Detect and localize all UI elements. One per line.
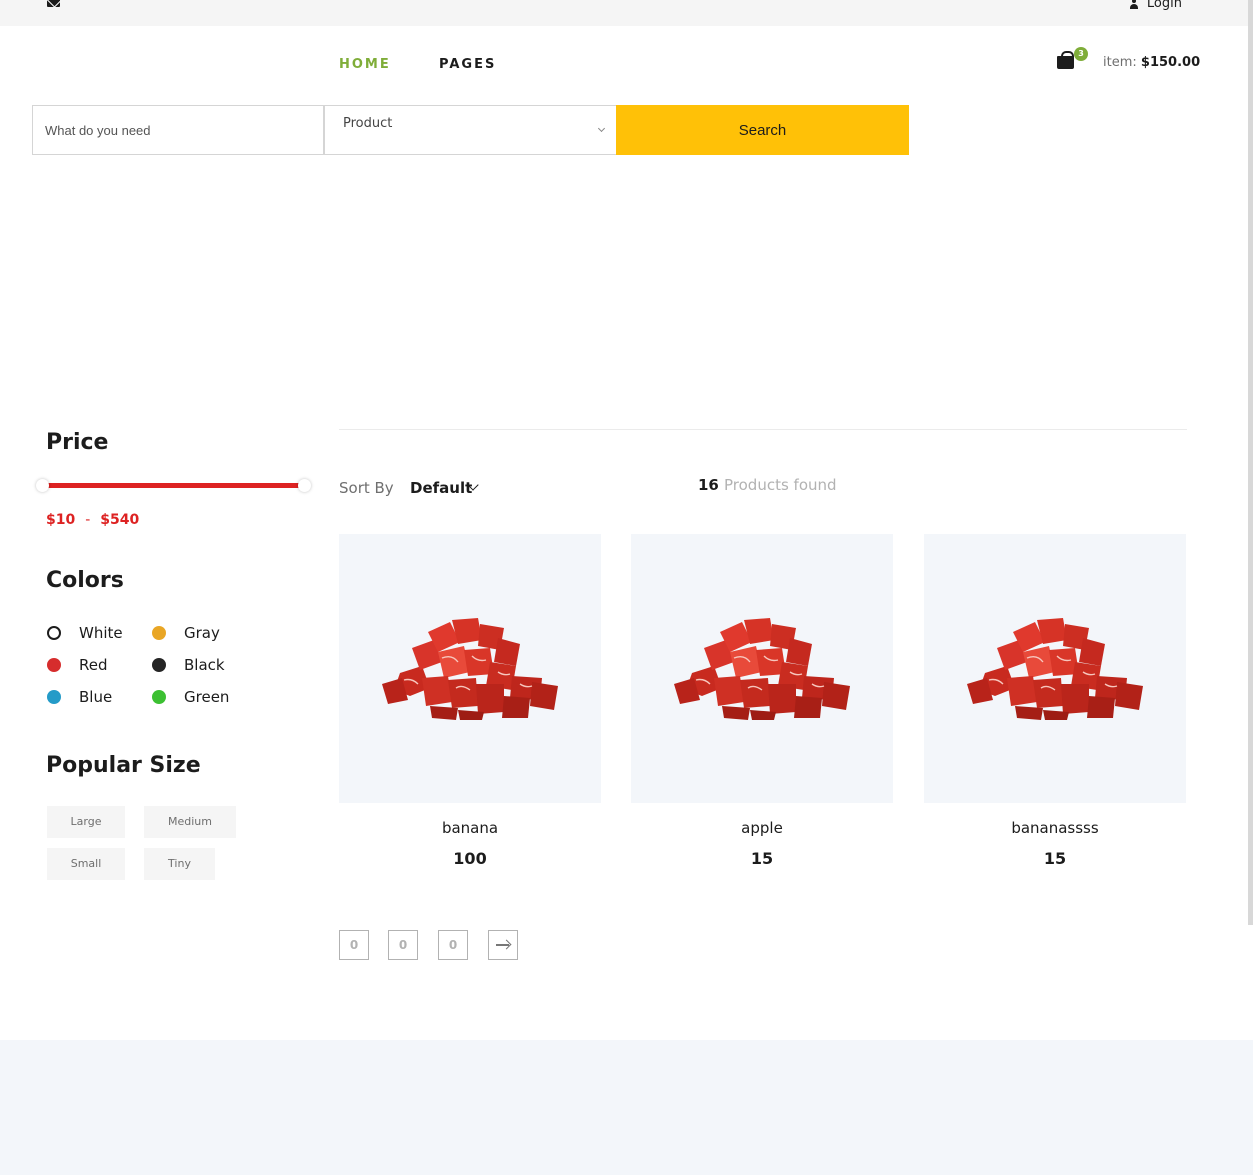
product-name[interactable]: banana	[339, 819, 601, 837]
cart-total-prefix: item:	[1103, 55, 1137, 70]
meat-image	[674, 618, 850, 720]
color-label: White	[79, 624, 123, 642]
nav-pages[interactable]: PAGES	[439, 57, 496, 72]
cart-badge: 3	[1074, 47, 1088, 61]
product-image[interactable]	[631, 534, 893, 803]
product-name[interactable]: apple	[631, 819, 893, 837]
color-label: Green	[184, 688, 230, 706]
product-name[interactable]: bananassss	[924, 819, 1186, 837]
price-separator: -	[85, 512, 91, 528]
login-label: Login	[1146, 0, 1182, 11]
arrow-right-icon	[496, 944, 509, 946]
price-max: $540	[100, 512, 140, 528]
color-label: Red	[79, 656, 108, 674]
color-swatch	[47, 658, 61, 672]
scrollbar[interactable]	[1248, 0, 1253, 925]
color-swatch	[152, 690, 166, 704]
size-tag-medium[interactable]: Medium	[144, 806, 236, 838]
chevron-down-icon	[597, 124, 606, 133]
products-found-label: Products found	[724, 476, 837, 494]
color-option-white[interactable]: White	[47, 624, 123, 642]
color-option-black[interactable]: Black	[152, 656, 225, 674]
search-button[interactable]: Search	[616, 105, 909, 155]
size-tag-large[interactable]: Large	[47, 806, 125, 838]
color-option-red[interactable]: Red	[47, 656, 108, 674]
product-price: 15	[1043, 849, 1067, 868]
top-bar: Login	[0, 0, 1248, 26]
color-label: Gray	[184, 624, 220, 642]
footer	[0, 1040, 1253, 1175]
price-title: Price	[46, 430, 109, 455]
color-option-gray[interactable]: Gray	[152, 624, 220, 642]
color-option-blue[interactable]: Blue	[47, 688, 112, 706]
next-page-button[interactable]	[488, 930, 518, 960]
color-option-green[interactable]: Green	[152, 688, 229, 706]
cart-total: item: $150.00	[1103, 55, 1200, 70]
products-found-count: 16	[698, 476, 719, 494]
category-select-value: Product	[343, 116, 393, 131]
search-input[interactable]	[32, 105, 324, 155]
login-link[interactable]: Login	[1129, 0, 1182, 11]
color-swatch	[47, 626, 61, 640]
product-price: 100	[453, 849, 487, 868]
page-button[interactable]: 0	[339, 930, 369, 960]
shopping-bag-icon	[1057, 51, 1074, 69]
nav-home[interactable]: HOME	[339, 57, 391, 72]
divider	[339, 429, 1187, 430]
color-swatch	[152, 626, 166, 640]
color-label: Blue	[79, 688, 113, 706]
page-button[interactable]: 0	[388, 930, 418, 960]
cart-button[interactable]: 3	[1057, 47, 1088, 74]
user-icon	[1129, 0, 1139, 9]
price-max-handle[interactable]	[298, 479, 311, 492]
product-price: 15	[750, 849, 774, 868]
cart-total-value: $150.00	[1140, 55, 1201, 70]
page-button[interactable]: 0	[438, 930, 468, 960]
price-min: $10	[46, 512, 76, 528]
mail-icon[interactable]	[47, 0, 60, 7]
category-select[interactable]: Product	[324, 105, 617, 155]
product-image[interactable]	[924, 534, 1186, 803]
sort-label: Sort By	[339, 479, 394, 497]
sort-select[interactable]: Default	[410, 479, 472, 497]
size-tag-tiny[interactable]: Tiny	[144, 848, 215, 880]
color-swatch	[152, 658, 166, 672]
meat-image	[967, 618, 1143, 720]
price-range-track[interactable]	[43, 483, 305, 488]
color-swatch	[47, 690, 61, 704]
product-image[interactable]	[339, 534, 601, 803]
meat-image	[382, 618, 558, 720]
color-label: Black	[184, 656, 225, 674]
price-min-handle[interactable]	[36, 479, 49, 492]
popular-size-title: Popular Size	[46, 753, 201, 778]
colors-title: Colors	[46, 568, 124, 593]
size-tag-small[interactable]: Small	[47, 848, 125, 880]
price-range-value: $10- $540	[46, 512, 139, 528]
